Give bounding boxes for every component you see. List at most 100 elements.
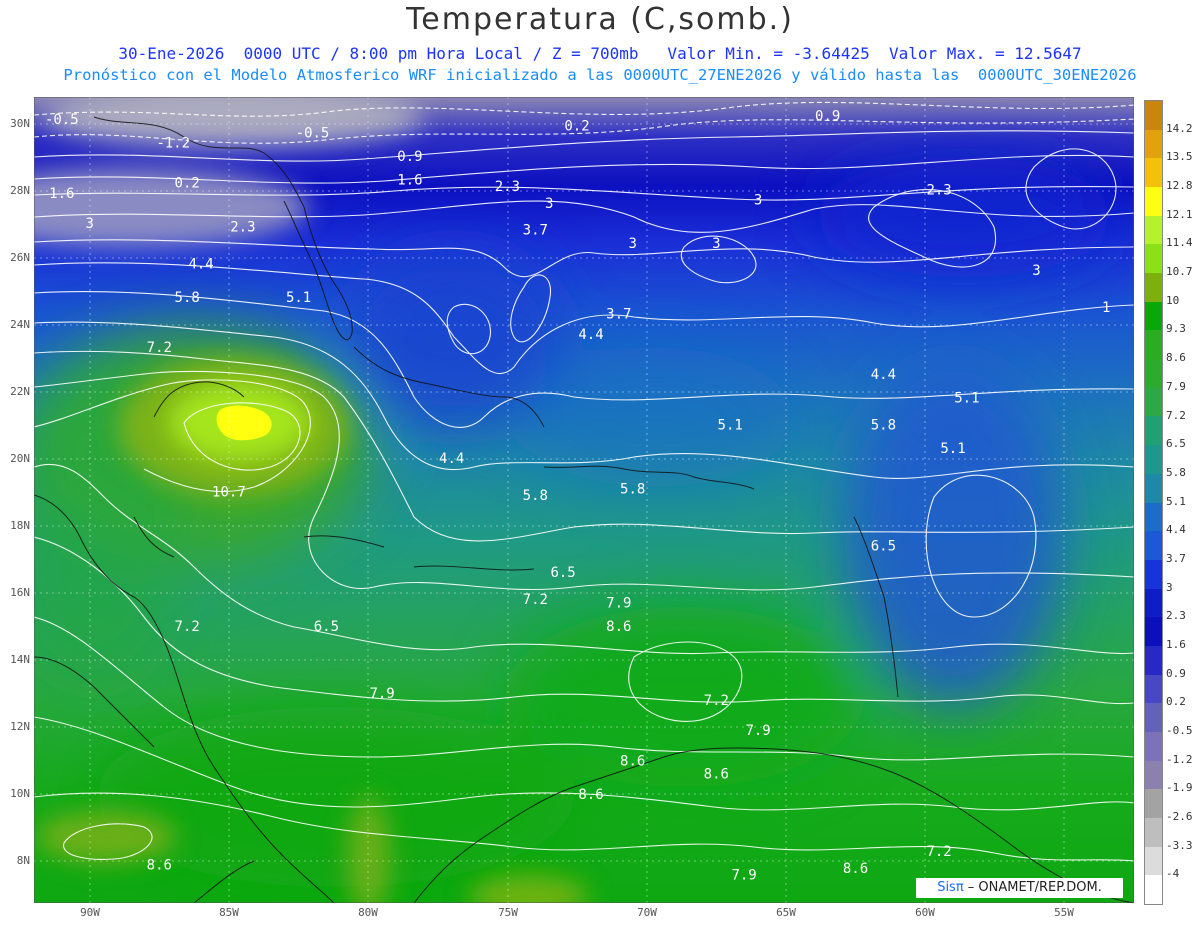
colorbar-segment xyxy=(1145,674,1162,704)
lon-label-75w: 75W xyxy=(498,906,518,919)
contour-label: 2.3 xyxy=(926,182,951,198)
colorbar-level-label: 5.1 xyxy=(1166,494,1186,508)
contour-label: 3 xyxy=(1032,263,1040,279)
colorbar-segment xyxy=(1145,330,1162,360)
colorbar-level-label: 13.5 xyxy=(1166,150,1193,164)
contour-label: 5.1 xyxy=(718,418,743,434)
contour-label: 1.6 xyxy=(397,172,422,188)
colorbar-segment xyxy=(1145,789,1162,819)
contour-label: 7.9 xyxy=(731,868,756,884)
lon-label-85w: 85W xyxy=(219,906,239,919)
contour-label: 3 xyxy=(85,216,93,232)
contour-label: 8.6 xyxy=(578,787,603,803)
contour-label: 7.9 xyxy=(745,723,770,739)
contour-label: 1.6 xyxy=(49,186,74,202)
contour-label: 1 xyxy=(1102,300,1110,316)
colorbar-level-label: -2.6 xyxy=(1166,810,1193,823)
credit-text: – ONAMET/REP.DOM. xyxy=(963,880,1102,895)
lat-label-12n: 12N xyxy=(10,720,30,733)
contour-label: 2.3 xyxy=(495,179,520,195)
colorbar-segment xyxy=(1145,416,1162,446)
colorbar-level-label: 4.4 xyxy=(1166,523,1186,537)
contour-label: 8.6 xyxy=(606,619,631,635)
contour-label: 7.9 xyxy=(606,596,631,612)
colorbar-level-label: 10.7 xyxy=(1166,265,1193,279)
contour-label: 4.4 xyxy=(439,451,464,467)
contour-label: 2.3 xyxy=(230,219,255,235)
colorbar-level-label: 0.9 xyxy=(1166,666,1186,680)
colorbar-segment xyxy=(1145,617,1162,647)
contour-label: 7.2 xyxy=(175,619,200,635)
contour-label: 6.5 xyxy=(314,619,339,635)
contour-label: 5.8 xyxy=(175,290,200,306)
lon-label-80w: 80W xyxy=(358,906,378,919)
colorbar-level-label: 3 xyxy=(1166,580,1173,594)
lat-label-24n: 24N xyxy=(10,318,30,331)
colorbar-segment xyxy=(1145,187,1162,217)
colorbar-level-label: -1.9 xyxy=(1166,781,1193,795)
colorbar-level-label: 0.2 xyxy=(1166,695,1186,709)
contour-label: 4.4 xyxy=(188,256,213,272)
lat-label-26n: 26N xyxy=(10,251,30,264)
contour-label: -0.5 xyxy=(296,125,330,141)
colorbar-level-label: 6.5 xyxy=(1166,437,1186,451)
lat-label-8n: 8N xyxy=(16,854,30,867)
contour-label: 4.4 xyxy=(578,327,603,343)
credit-box: Sisπ – ONAMET/REP.DOM. xyxy=(916,878,1123,898)
contour-label: 0.9 xyxy=(815,109,840,125)
lon-label-90w: 90W xyxy=(80,906,100,919)
contour-label: 3 xyxy=(628,236,636,252)
lat-label-16n: 16N xyxy=(10,586,30,599)
lat-label-22n: 22N xyxy=(10,385,30,398)
colorbar-segment xyxy=(1145,301,1162,331)
colorbar-level-label: 5.8 xyxy=(1166,465,1186,479)
temperature-map: -0.5 -1.2 -0.5 0.2 0.9 0.9 1.6 0.2 1.6 2.3 3 3 2.3 3 2… xyxy=(34,97,1134,903)
colorbar-level-label: 10 xyxy=(1166,293,1180,307)
colorbar-segment xyxy=(1145,531,1162,561)
contour-label: 3.7 xyxy=(606,307,631,323)
colorbar-level-label: 11.4 xyxy=(1166,236,1193,250)
colorbar-level-label: 7.9 xyxy=(1166,379,1186,393)
contour-label: 5.1 xyxy=(286,290,311,306)
colorbar-segment xyxy=(1145,559,1162,590)
contour-label: 5.8 xyxy=(620,481,645,497)
contour-label: 8.6 xyxy=(620,753,645,769)
colorbar xyxy=(1144,100,1163,905)
colorbar-level-label: 2.3 xyxy=(1166,609,1186,623)
lon-label-60w: 60W xyxy=(915,906,935,919)
contour-label: 5.8 xyxy=(523,488,548,504)
contour-label: 7.2 xyxy=(523,592,548,608)
contour-label: 5.1 xyxy=(940,441,965,457)
colorbar-segment xyxy=(1145,846,1162,876)
subtitle-model-info: Pronóstico con el Modelo Atmosferico WRF… xyxy=(63,66,1137,84)
contour-label: 8.6 xyxy=(147,857,172,873)
colorbar-segment xyxy=(1145,273,1162,303)
chart-title: Temperatura (C,somb.) xyxy=(406,2,794,37)
subtitle-time-range: 30-Ene-2026 0000 UTC / 8:00 pm Hora Loca… xyxy=(118,44,1082,63)
contour-label: 0.9 xyxy=(397,149,422,165)
colorbar-segment xyxy=(1145,703,1162,733)
contour-label: 7.9 xyxy=(369,686,394,702)
colorbar-level-label: 12.8 xyxy=(1166,179,1193,192)
lat-label-28n: 28N xyxy=(10,184,30,197)
colorbar-segment xyxy=(1145,817,1162,848)
colorbar-segment xyxy=(1145,215,1162,245)
contour-label: 10.7 xyxy=(212,485,246,501)
colorbar-segment xyxy=(1145,502,1162,532)
colorbar-level-label: 12.1 xyxy=(1166,207,1193,221)
lat-label-10n: 10N xyxy=(10,787,30,800)
colorbar-segment xyxy=(1145,645,1162,676)
contour-label: 7.2 xyxy=(704,693,729,709)
contour-label: -0.5 xyxy=(45,112,79,128)
contour-label: 3.7 xyxy=(523,223,548,239)
contour-label: 4.4 xyxy=(871,367,896,383)
colorbar-level-label: 9.3 xyxy=(1166,322,1186,336)
lon-label-70w: 70W xyxy=(637,906,657,919)
colorbar-segment xyxy=(1145,445,1162,475)
contour-label: 5.1 xyxy=(954,391,979,407)
colorbar-segment xyxy=(1145,129,1162,159)
contour-label: 0.2 xyxy=(175,176,200,192)
colorbar-level-label: 7.2 xyxy=(1166,408,1186,422)
colorbar-segment xyxy=(1145,387,1162,417)
contour-label: 6.5 xyxy=(871,538,896,554)
